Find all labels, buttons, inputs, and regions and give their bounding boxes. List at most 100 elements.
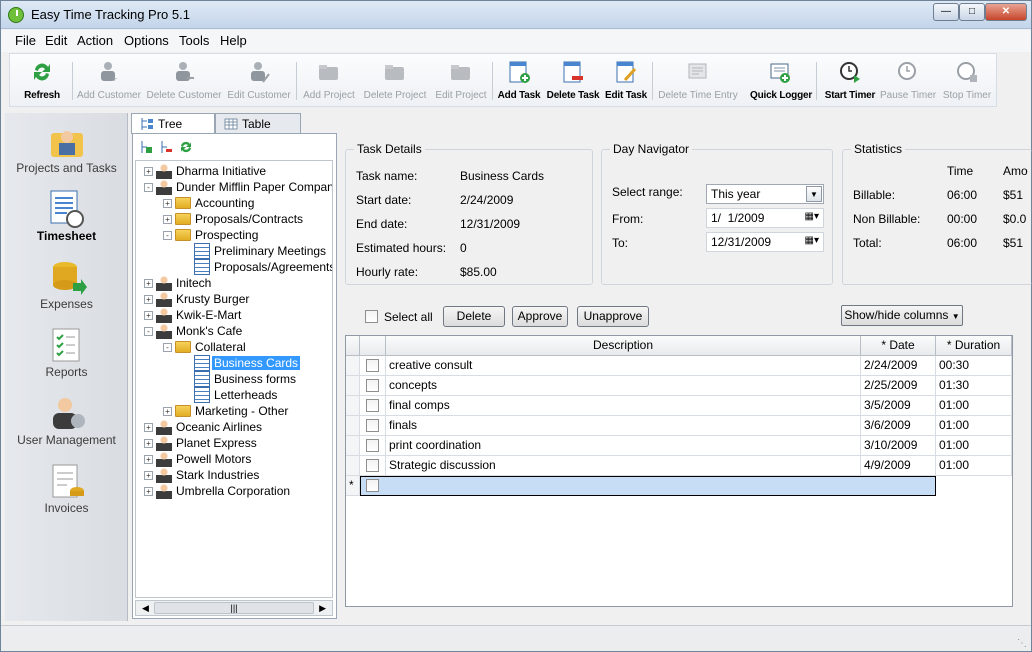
description-cell[interactable]: final comps — [386, 396, 861, 416]
show-hide-columns-button[interactable]: Show/hide columns ▼ — [841, 305, 963, 326]
unapprove-button[interactable]: Unapprove — [577, 306, 649, 327]
row-header[interactable] — [346, 436, 360, 456]
menu-action[interactable]: Action — [77, 33, 113, 48]
maximize-button[interactable]: □ — [959, 3, 985, 21]
menu-file[interactable]: File — [15, 33, 36, 48]
collapse-icon[interactable]: - — [144, 327, 153, 336]
row-checkbox[interactable] — [366, 359, 379, 372]
row-checkbox-cell[interactable] — [360, 356, 386, 376]
duration-cell[interactable]: 01:00 — [936, 416, 1012, 436]
close-button[interactable]: ✕ — [985, 3, 1027, 21]
row-checkbox[interactable] — [366, 479, 379, 492]
row-header[interactable] — [346, 416, 360, 436]
delete-customer-button[interactable]: Delete Customer — [144, 56, 224, 106]
expand-icon[interactable]: + — [144, 423, 153, 432]
duration-column-header[interactable]: * Duration — [936, 336, 1012, 356]
from-date-picker[interactable]: 1/ 1/2009 ▦▾ — [706, 208, 824, 228]
quick-logger-button[interactable]: Quick Logger — [750, 56, 812, 106]
expand-icon[interactable]: + — [144, 487, 153, 496]
stop-timer-button[interactable]: Stop Timer — [938, 56, 996, 106]
row-header[interactable] — [346, 456, 360, 476]
description-cell[interactable]: Strategic discussion — [386, 456, 861, 476]
collapse-icon[interactable]: - — [163, 343, 172, 352]
description-cell[interactable]: finals — [386, 416, 861, 436]
collapse-icon[interactable]: - — [163, 231, 172, 240]
menu-help[interactable]: Help — [220, 33, 247, 48]
new-entry-input[interactable] — [360, 476, 936, 496]
date-cell[interactable]: 4/9/2009 — [861, 456, 936, 476]
expand-icon[interactable]: + — [163, 199, 172, 208]
date-cell[interactable]: 2/25/2009 — [861, 376, 936, 396]
pause-timer-button[interactable]: Pause Timer — [880, 56, 936, 106]
expand-icon[interactable]: + — [144, 471, 153, 480]
scroll-left-icon[interactable]: ◀ — [142, 603, 149, 614]
collapse-icon[interactable]: - — [144, 183, 153, 192]
date-cell[interactable]: 3/5/2009 — [861, 396, 936, 416]
delete-task-button[interactable]: Delete Task — [544, 56, 602, 106]
table-row[interactable]: concepts 2/25/2009 01:30 — [346, 376, 1012, 396]
expand-icon[interactable]: + — [163, 215, 172, 224]
menu-options[interactable]: Options — [124, 33, 169, 48]
row-header[interactable] — [346, 376, 360, 396]
refresh-tree-icon[interactable] — [179, 140, 193, 154]
row-checkbox[interactable] — [366, 379, 379, 392]
delete-project-button[interactable]: Delete Project — [360, 56, 430, 106]
duration-cell[interactable]: 01:00 — [936, 436, 1012, 456]
nav-expenses[interactable]: Expenses — [5, 257, 128, 311]
delete-time-entry-button[interactable]: Delete Time Entry — [654, 56, 742, 106]
row-checkbox-cell[interactable] — [360, 416, 386, 436]
remove-node-icon[interactable] — [159, 140, 173, 154]
expand-icon[interactable]: + — [144, 167, 153, 176]
row-checkbox-cell[interactable] — [360, 396, 386, 416]
add-task-button[interactable]: Add Task — [494, 56, 544, 106]
description-cell[interactable]: print coordination — [386, 436, 861, 456]
description-column-header[interactable]: Description — [386, 336, 861, 356]
add-project-button[interactable]: Add Project — [298, 56, 360, 106]
duration-cell[interactable]: 01:00 — [936, 456, 1012, 476]
expand-icon[interactable]: + — [144, 311, 153, 320]
row-checkbox-cell[interactable] — [360, 436, 386, 456]
duration-cell[interactable]: 00:30 — [936, 356, 1012, 376]
table-row[interactable]: finals 3/6/2009 01:00 — [346, 416, 1012, 436]
row-checkbox-cell[interactable] — [360, 376, 386, 396]
date-column-header[interactable]: * Date — [861, 336, 936, 356]
minimize-button[interactable]: — — [933, 3, 959, 21]
row-header[interactable] — [346, 356, 360, 376]
row-header[interactable] — [346, 396, 360, 416]
row-checkbox[interactable] — [366, 399, 379, 412]
nav-reports[interactable]: Reports — [5, 325, 128, 379]
row-checkbox[interactable] — [366, 459, 379, 472]
select-all-label[interactable]: Select all — [384, 310, 433, 324]
table-row[interactable]: print coordination 3/10/2009 01:00 — [346, 436, 1012, 456]
scroll-right-icon[interactable]: ▶ — [319, 603, 326, 614]
expand-icon[interactable]: + — [144, 439, 153, 448]
expand-icon[interactable]: + — [144, 455, 153, 464]
row-checkbox[interactable] — [366, 419, 379, 432]
scroll-thumb[interactable]: ||| — [154, 602, 314, 614]
expand-icon[interactable]: + — [163, 407, 172, 416]
resize-grip-icon[interactable]: ⋱ — [1017, 638, 1027, 649]
range-select[interactable]: This year ▼ — [706, 184, 824, 204]
table-row[interactable]: Strategic discussion 4/9/2009 01:00 — [346, 456, 1012, 476]
add-node-icon[interactable] — [139, 140, 153, 154]
date-cell[interactable]: 2/24/2009 — [861, 356, 936, 376]
row-checkbox-cell[interactable] — [360, 456, 386, 476]
expand-icon[interactable]: + — [144, 295, 153, 304]
tab-tree-view[interactable]: Tree View — [131, 113, 215, 145]
start-timer-button[interactable]: Start Timer — [822, 56, 878, 106]
tab-table-view[interactable]: Table View — [215, 113, 301, 145]
to-date-picker[interactable]: 12/31/2009 ▦▾ — [706, 232, 824, 252]
new-entry-row[interactable]: * — [346, 476, 1012, 496]
nav-user-management[interactable]: User Management — [5, 393, 128, 447]
nav-invoices[interactable]: Invoices — [5, 461, 128, 515]
description-cell[interactable]: concepts — [386, 376, 861, 396]
duration-cell[interactable]: 01:30 — [936, 376, 1012, 396]
tree-horizontal-scrollbar[interactable]: ◀ ||| ▶ — [135, 600, 333, 616]
description-cell[interactable]: creative consult — [386, 356, 861, 376]
table-row[interactable]: final comps 3/5/2009 01:00 — [346, 396, 1012, 416]
delete-button[interactable]: Delete — [443, 306, 505, 327]
add-customer-button[interactable]: + Add Customer — [74, 56, 144, 106]
approve-button[interactable]: Approve — [512, 306, 568, 327]
nav-timesheet[interactable]: Timesheet — [5, 189, 128, 243]
nav-projects-and-tasks[interactable]: Projects and Tasks — [5, 121, 128, 175]
